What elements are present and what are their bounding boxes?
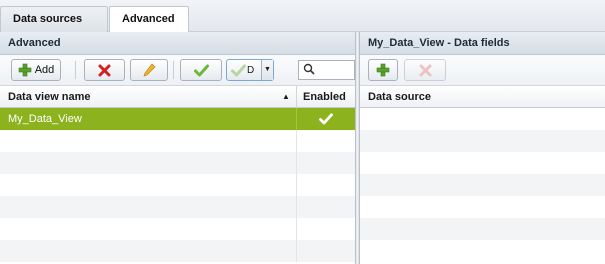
empty-row [0,152,355,174]
chevron-down-icon[interactable]: ▼ [261,60,273,80]
empty-row [360,152,605,174]
data-fields-panel: My_Data_View - Data fields Data source [360,32,605,264]
delete-button[interactable] [84,59,125,81]
pencil-icon [143,63,155,77]
empty-row [0,174,355,196]
enable-button[interactable] [180,59,222,81]
edit-button[interactable] [130,59,168,81]
empty-row [360,240,605,262]
data-view-name-cell: My_Data_View [8,113,82,125]
delete-field-button[interactable] [404,59,446,81]
toolbar: Add D ▼ [0,55,355,86]
tab-advanced[interactable]: Advanced [109,6,189,33]
disable-split-button-label: D [247,64,255,76]
empty-row [360,174,605,196]
data-fields-list [360,108,605,262]
empty-row [360,218,605,240]
grid-header: Data view name ▲ Enabled [0,86,355,108]
column-header-name[interactable]: Data view name [8,86,91,108]
search-icon [303,63,315,75]
panel-title: Advanced [0,32,355,55]
advanced-panel: Advanced Add D ▼ Data view name ▲ Enable… [0,32,355,264]
add-button-label: Add [34,64,55,76]
toolbar-separator [75,61,76,79]
plus-icon [18,63,32,77]
checkmark-icon [319,113,333,125]
enabled-cell [296,108,355,130]
delete-x-icon [98,64,111,76]
add-field-button[interactable] [368,59,398,81]
search-input[interactable] [298,60,355,80]
disable-split-button[interactable]: D ▼ [226,59,274,81]
add-button[interactable]: Add [11,59,61,81]
toolbar-separator [173,61,174,79]
column-header-enabled[interactable]: Enabled [296,86,355,108]
empty-row [0,196,355,218]
column-header-data-source[interactable]: Data source [368,86,431,108]
tab-strip: Data sources Advanced [0,0,605,33]
table-row[interactable]: My_Data_View [0,108,355,130]
empty-row [360,196,605,218]
empty-row [360,108,605,130]
plus-icon [376,63,390,77]
grid-header: Data source [360,86,605,108]
toolbar [360,55,605,86]
checkmark-disabled-icon [231,64,246,76]
empty-row [0,130,355,152]
checkmark-icon [193,64,209,76]
tab-data-sources[interactable]: Data sources [0,6,108,33]
panel-title: My_Data_View - Data fields [360,32,605,55]
empty-row [0,240,355,262]
delete-x-icon [419,64,431,76]
empty-row [0,218,355,240]
sort-ascending-icon[interactable]: ▲ [282,86,290,108]
data-view-list: My_Data_View [0,108,355,262]
empty-row [360,130,605,152]
